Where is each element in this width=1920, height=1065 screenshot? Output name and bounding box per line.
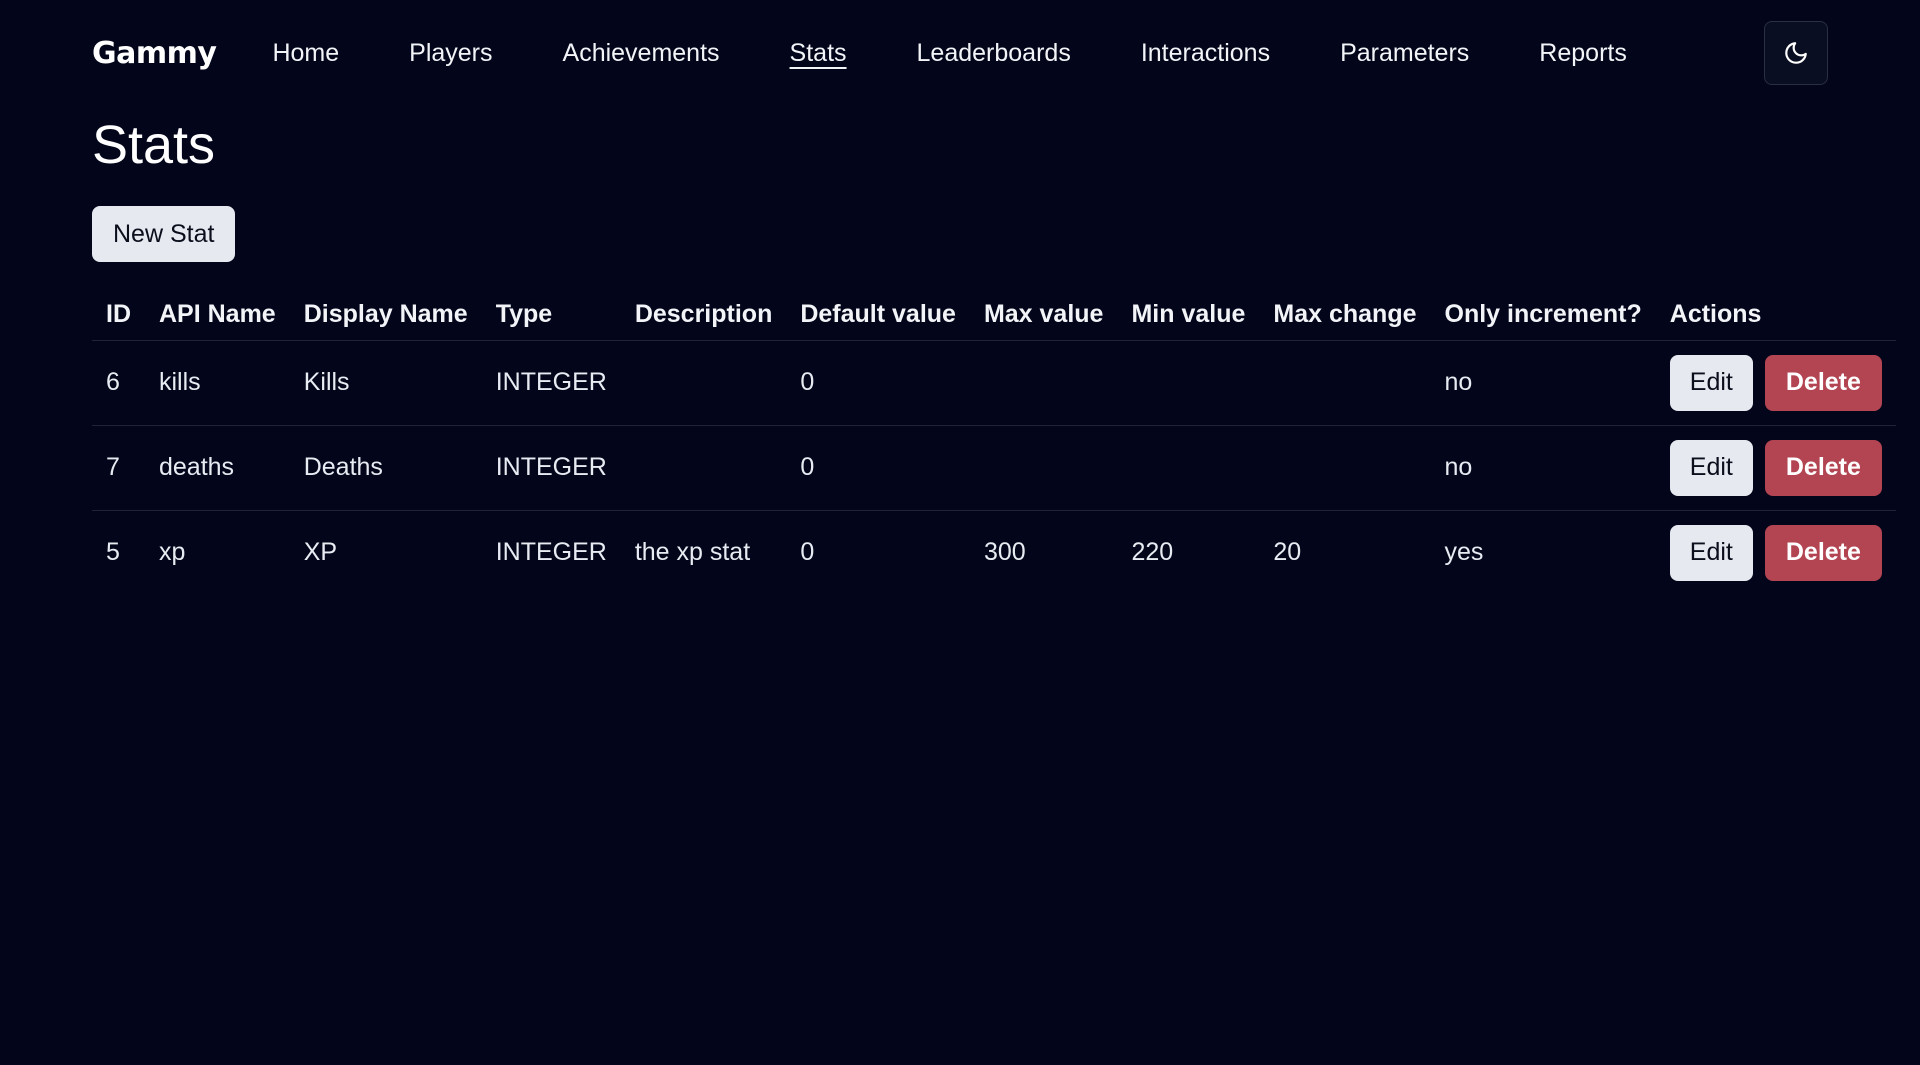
cell-api-name: kills (145, 340, 290, 426)
cell-only-increment: no (1430, 340, 1656, 426)
cell-display-name: Deaths (289, 425, 482, 511)
top-nav: Gammy Home Players Achievements Stats Le… (92, 0, 1828, 106)
nav-link-interactions[interactable]: Interactions (1141, 39, 1270, 68)
cell-display-name: Kills (289, 340, 482, 426)
header-default-value: Default value (786, 290, 970, 341)
cell-only-increment: no (1430, 425, 1656, 511)
nav-links: Home Players Achievements Stats Leaderbo… (272, 39, 1696, 68)
nav-link-achievements[interactable]: Achievements (563, 39, 720, 68)
cell-api-name: deaths (145, 425, 290, 511)
nav-link-home[interactable]: Home (272, 39, 339, 68)
cell-type: INTEGER (481, 425, 621, 511)
brand-logo[interactable]: Gammy (92, 36, 217, 71)
cell-max-value (969, 425, 1118, 511)
cell-max-value: 300 (983, 538, 1026, 567)
table-row: 6 kills Kills INTEGER 0 no Edit Delete (92, 340, 1896, 426)
cell-min-value (1117, 425, 1260, 511)
cell-actions: Edit Delete (1656, 510, 1896, 595)
cell-default-value: 0 (786, 425, 970, 511)
moon-icon (1785, 42, 1807, 64)
header-description: Description (620, 290, 787, 341)
nav-link-leaderboards[interactable]: Leaderboards (917, 39, 1071, 68)
cell-max-value (969, 340, 1118, 426)
header-actions: Actions (1655, 290, 1896, 341)
cell-id: 6 (92, 340, 145, 426)
cell-default-value: 0 (800, 538, 815, 567)
cell-api-name: xp (159, 538, 186, 567)
cell-min-value (1117, 340, 1260, 426)
cell-min-value: 220 (1131, 538, 1174, 567)
table-row: 7 deaths Deaths INTEGER 0 no Edit Delete (92, 425, 1896, 511)
new-stat-button[interactable]: New Stat (92, 206, 236, 262)
cell-actions: Edit Delete (1655, 425, 1896, 511)
theme-toggle-button[interactable] (1764, 21, 1828, 85)
delete-button[interactable]: Delete (1764, 524, 1882, 581)
edit-button[interactable]: Edit (1669, 354, 1753, 411)
cell-id: 7 (92, 425, 145, 511)
delete-button[interactable]: Delete (1764, 354, 1882, 411)
delete-button[interactable]: Delete (1764, 439, 1882, 496)
nav-link-reports[interactable]: Reports (1539, 39, 1627, 68)
table-header-row: ID API Name Display Name Type Descriptio… (92, 290, 1896, 341)
cell-type: INTEGER (481, 340, 621, 426)
header-max-value: Max value (969, 290, 1118, 341)
header-display-name: Display Name (289, 290, 482, 341)
cell-description (620, 425, 787, 511)
cell-description (620, 340, 787, 426)
edit-button[interactable]: Edit (1669, 439, 1753, 496)
header-api-name: API Name (145, 290, 290, 341)
cell-type: INTEGER (495, 538, 607, 567)
header-type: Type (481, 290, 621, 341)
table-row: 5 xp XP INTEGER the xp stat 0 300 220 20… (92, 510, 1896, 595)
cell-id: 5 (106, 538, 120, 567)
cell-max-change (1259, 425, 1431, 511)
header-min-value: Min value (1117, 290, 1260, 341)
cell-description: the xp stat (634, 538, 751, 567)
header-only-increment: Only increment? (1430, 290, 1656, 341)
header-id: ID (92, 290, 145, 341)
nav-link-players[interactable]: Players (409, 39, 492, 68)
cell-only-increment: yes (1444, 538, 1484, 567)
nav-link-parameters[interactable]: Parameters (1340, 39, 1469, 68)
header-max-change: Max change (1259, 290, 1431, 341)
cell-max-change: 20 (1273, 538, 1302, 567)
cell-max-change (1259, 340, 1431, 426)
cell-display-name: XP (303, 538, 338, 567)
cell-actions: Edit Delete (1655, 340, 1896, 426)
stats-table: ID API Name Display Name Type Descriptio… (92, 290, 1896, 595)
cell-default-value: 0 (786, 340, 970, 426)
edit-button[interactable]: Edit (1669, 524, 1753, 581)
nav-link-stats[interactable]: Stats (790, 39, 847, 68)
page-title: Stats (92, 115, 216, 175)
page: Gammy Home Players Achievements Stats Le… (0, 0, 1920, 1065)
